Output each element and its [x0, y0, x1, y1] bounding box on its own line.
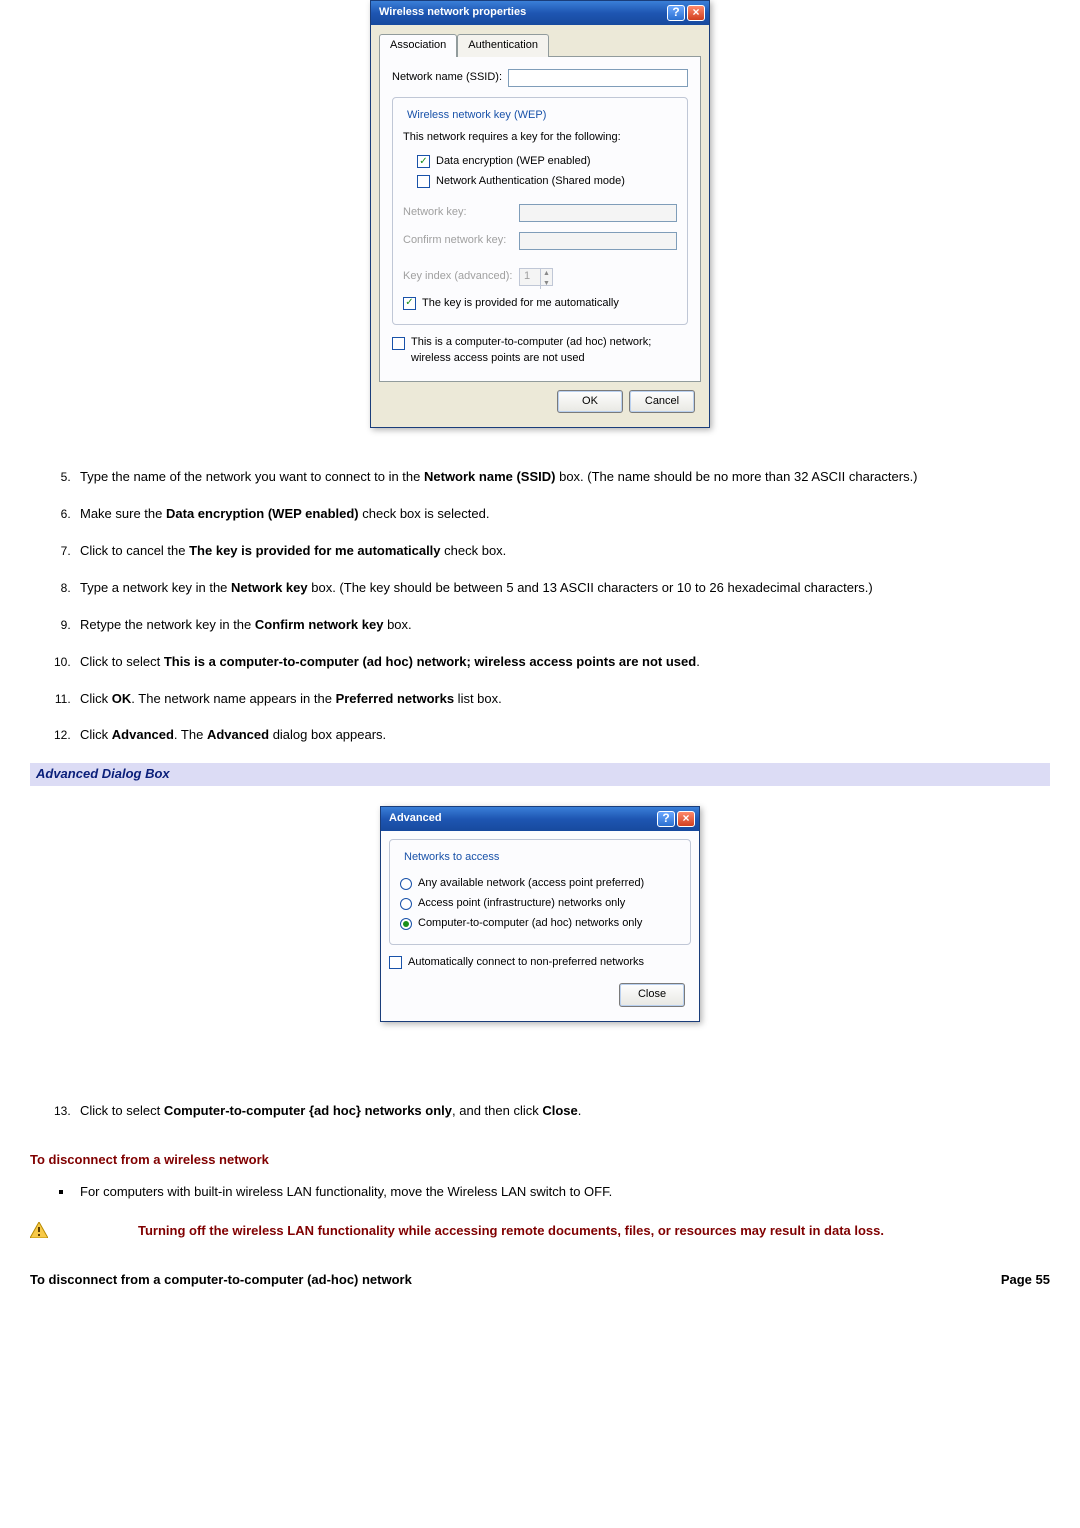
adhoc-row[interactable]: This is a computer-to-computer (ad hoc) … [392, 335, 688, 367]
wep-fieldset: Wireless network key (WEP) This network … [392, 97, 688, 325]
dialog2-title: Advanced [389, 811, 442, 827]
radio-adhoc-label: Computer-to-computer (ad hoc) networks o… [418, 916, 642, 932]
disconnect-heading: To disconnect from a wireless network [30, 1151, 1050, 1170]
adhoc-label: This is a computer-to-computer (ad hoc) … [411, 335, 688, 367]
network-key-row: Network key: [403, 204, 677, 222]
checkbox-checked-icon[interactable]: ✓ [403, 297, 416, 310]
step-11: Click OK. The network name appears in th… [74, 690, 1050, 709]
close-icon[interactable]: × [687, 5, 705, 21]
step-10: Click to select This is a computer-to-co… [74, 653, 1050, 672]
close-button[interactable]: Close [619, 983, 685, 1007]
networks-to-access-fieldset: Networks to access Any available network… [389, 839, 691, 945]
warning-icon [30, 1222, 48, 1238]
key-index-row: Key index (advanced): 1 ▲▼ [403, 268, 677, 286]
disconnect-bullets: For computers with built-in wireless LAN… [30, 1183, 1050, 1202]
auto-connect-row[interactable]: Automatically connect to non-preferred n… [389, 955, 691, 971]
auto-key-label: The key is provided for me automatically [422, 296, 619, 312]
confirm-key-label: Confirm network key: [403, 233, 513, 249]
checkbox-unchecked-icon[interactable] [417, 175, 430, 188]
confirm-key-row: Confirm network key: [403, 232, 677, 250]
step-5: Type the name of the network you want to… [74, 468, 1050, 487]
dialog1-panel: Network name (SSID): Wireless network ke… [379, 57, 701, 382]
help-icon[interactable]: ? [667, 5, 685, 21]
dialog1-titlebar-buttons: ? × [667, 5, 705, 21]
radio-unchecked-icon[interactable] [400, 898, 412, 910]
footer-right: Page 55 [1001, 1271, 1050, 1290]
auto-connect-label: Automatically connect to non-preferred n… [408, 955, 644, 971]
ssid-input[interactable] [508, 69, 688, 87]
step-13: Click to select Computer-to-computer {ad… [74, 1102, 1050, 1121]
radio-ap-label: Access point (infrastructure) networks o… [418, 896, 625, 912]
wireless-properties-dialog: Wireless network properties ? × Associat… [370, 0, 710, 428]
key-index-value: 1 [520, 269, 540, 285]
radio-unchecked-icon[interactable] [400, 878, 412, 890]
step-9: Retype the network key in the Confirm ne… [74, 616, 1050, 635]
checkbox-checked-icon[interactable]: ✓ [417, 155, 430, 168]
wep-legend: Wireless network key (WEP) [403, 108, 550, 124]
cancel-button[interactable]: Cancel [629, 390, 695, 414]
steps-list-1: Type the name of the network you want to… [30, 468, 1050, 745]
advanced-dialog-banner: Advanced Dialog Box [30, 763, 1050, 786]
dialog1-titlebar: Wireless network properties ? × [371, 1, 709, 25]
networks-to-access-legend: Networks to access [400, 850, 503, 866]
stepper-arrows-icon: ▲▼ [540, 269, 552, 285]
network-key-label: Network key: [403, 205, 513, 221]
key-index-stepper: 1 ▲▼ [519, 268, 553, 286]
advanced-dialog: Advanced ? × Networks to access Any avai… [380, 806, 700, 1022]
steps-list-2: Click to select Computer-to-computer {ad… [30, 1102, 1050, 1121]
dialog2-body: Networks to access Any available network… [381, 831, 699, 1021]
step-8: Type a network key in the Network key bo… [74, 579, 1050, 598]
advanced-dialog-wrap: Advanced ? × Networks to access Any avai… [30, 806, 1050, 1022]
network-key-input [519, 204, 677, 222]
wireless-properties-dialog-wrap: Wireless network properties ? × Associat… [30, 0, 1050, 428]
dialog1-title: Wireless network properties [379, 5, 526, 21]
close-icon[interactable]: × [677, 811, 695, 827]
auto-key-row[interactable]: ✓ The key is provided for me automatical… [403, 296, 677, 312]
checkbox-unchecked-icon[interactable] [389, 956, 402, 969]
wep-encryption-label: Data encryption (WEP enabled) [436, 154, 591, 170]
disconnect-bullet-1: For computers with built-in wireless LAN… [74, 1183, 1050, 1202]
radio-any-available[interactable]: Any available network (access point pref… [400, 876, 680, 892]
radio-any-label: Any available network (access point pref… [418, 876, 644, 892]
ssid-label: Network name (SSID): [392, 70, 502, 86]
wep-intro: This network requires a key for the foll… [403, 130, 677, 146]
checkbox-unchecked-icon[interactable] [392, 337, 405, 350]
footer-left: To disconnect from a computer-to-compute… [30, 1271, 412, 1290]
ssid-row: Network name (SSID): [392, 69, 688, 87]
dialog2-footer: Close [389, 975, 691, 1013]
step-12: Click Advanced. The Advanced dialog box … [74, 726, 1050, 745]
radio-access-point[interactable]: Access point (infrastructure) networks o… [400, 896, 680, 912]
dialog2-titlebar: Advanced ? × [381, 807, 699, 831]
radio-adhoc-only[interactable]: Computer-to-computer (ad hoc) networks o… [400, 916, 680, 932]
tab-association[interactable]: Association [379, 34, 457, 57]
shared-mode-label: Network Authentication (Shared mode) [436, 174, 625, 190]
warning-text: Turning off the wireless LAN functionali… [138, 1222, 884, 1241]
dialog1-body: Association Authentication Network name … [371, 25, 709, 427]
wep-encryption-row[interactable]: ✓ Data encryption (WEP enabled) [403, 154, 677, 170]
page-footer: To disconnect from a computer-to-compute… [30, 1271, 1050, 1290]
ok-button[interactable]: OK [557, 390, 623, 414]
step-7: Click to cancel the The key is provided … [74, 542, 1050, 561]
radio-checked-icon[interactable] [400, 918, 412, 930]
step-6: Make sure the Data encryption (WEP enabl… [74, 505, 1050, 524]
confirm-key-input [519, 232, 677, 250]
dialog2-titlebar-buttons: ? × [657, 811, 695, 827]
help-icon[interactable]: ? [657, 811, 675, 827]
warning-block: Turning off the wireless LAN functionali… [30, 1222, 1050, 1241]
dialog1-tabs: Association Authentication [379, 33, 701, 57]
tab-authentication[interactable]: Authentication [457, 34, 549, 57]
shared-mode-row[interactable]: Network Authentication (Shared mode) [403, 174, 677, 190]
key-index-label: Key index (advanced): [403, 269, 513, 285]
dialog1-footer: OK Cancel [379, 382, 701, 420]
